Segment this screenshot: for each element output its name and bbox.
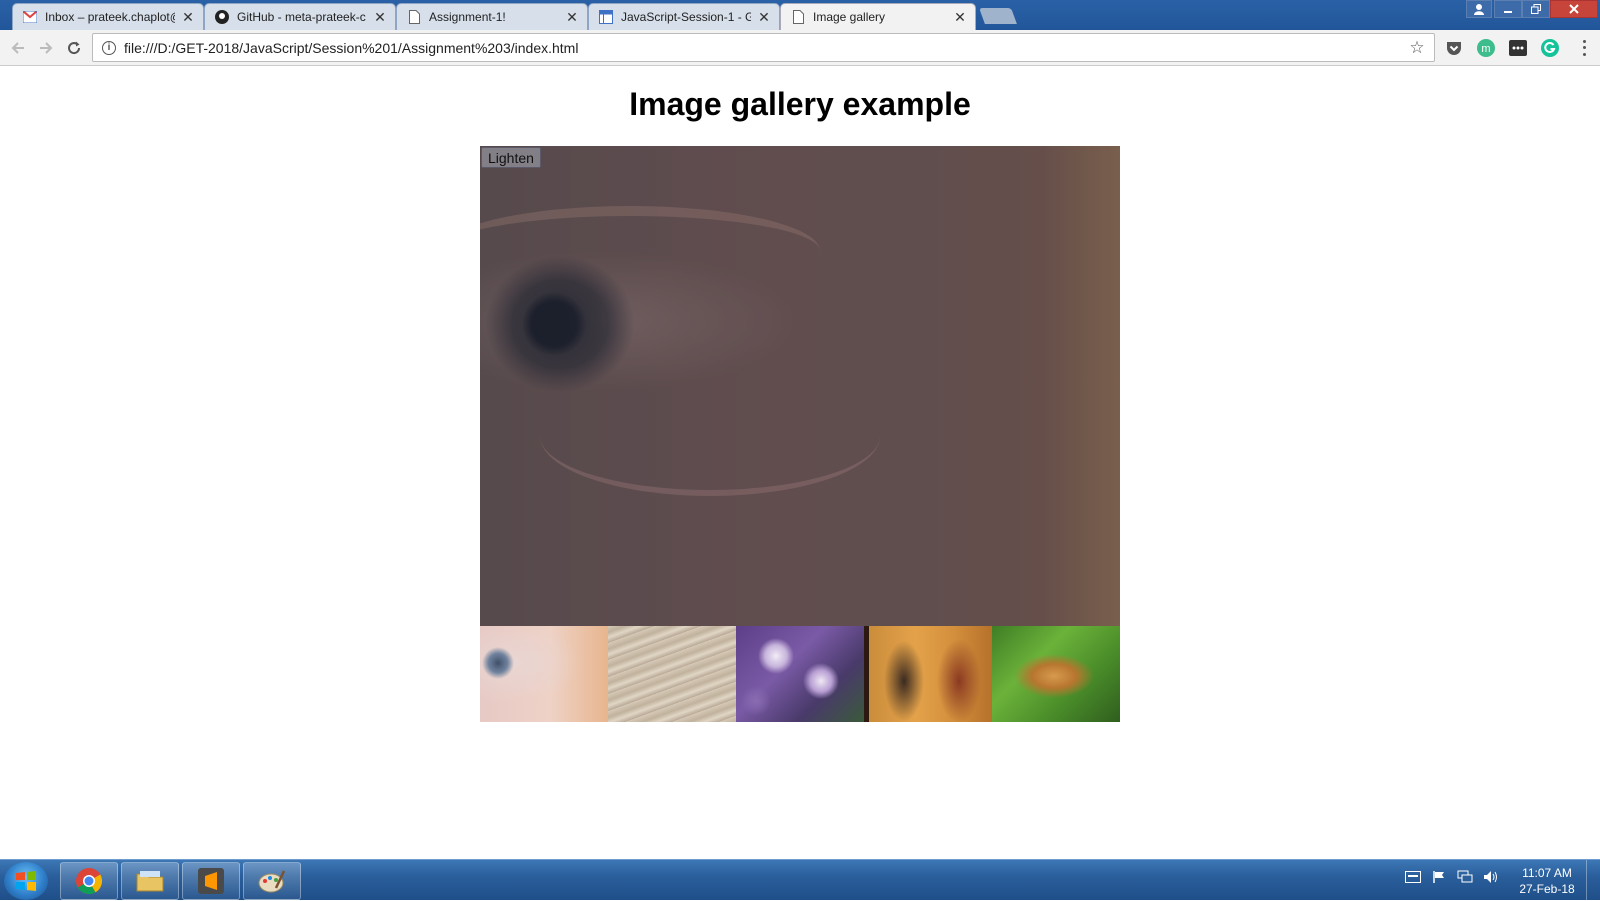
clock[interactable]: 11:07 AM 27-Feb-18 xyxy=(1512,865,1582,897)
close-icon[interactable]: ✕ xyxy=(757,9,771,26)
page-icon xyxy=(791,10,805,24)
show-desktop-button[interactable] xyxy=(1586,860,1600,901)
ellipsis-extension-icon[interactable] xyxy=(1508,38,1528,58)
clock-date: 27-Feb-18 xyxy=(1519,882,1575,896)
clock-time: 11:07 AM xyxy=(1522,866,1572,880)
chrome-menu-icon[interactable] xyxy=(1578,38,1590,58)
chrome-icon[interactable] xyxy=(60,862,118,900)
tab-assignment[interactable]: Assignment-1! ✕ xyxy=(396,3,588,30)
system-tray xyxy=(1404,868,1500,886)
page-icon xyxy=(407,10,421,24)
forward-button[interactable] xyxy=(34,36,58,60)
volume-icon[interactable] xyxy=(1482,868,1500,886)
image-gallery: Lighten xyxy=(480,146,1120,722)
browser-toolbar: i file:///D:/GET-2018/JavaScript/Session… xyxy=(0,30,1600,66)
gmail-icon xyxy=(23,10,37,24)
pocket-icon[interactable] xyxy=(1444,38,1464,58)
tab-title: JavaScript-Session-1 - Gl xyxy=(621,10,751,24)
user-profile-icon[interactable] xyxy=(1466,0,1492,18)
tab-title: Assignment-1! xyxy=(429,10,506,24)
darken-overlay xyxy=(480,146,1120,626)
minimize-button[interactable] xyxy=(1494,0,1522,18)
paint-icon[interactable] xyxy=(243,862,301,900)
tab-inbox[interactable]: Inbox – prateek.chaplot@ ✕ xyxy=(12,3,204,30)
tab-title: GitHub - meta-prateek-c xyxy=(237,10,366,24)
thumbnail-egyptian-painting[interactable] xyxy=(864,626,992,722)
reload-button[interactable] xyxy=(62,36,86,60)
grammarly-icon[interactable] xyxy=(1540,38,1560,58)
docs-icon xyxy=(599,10,613,24)
keyboard-icon[interactable] xyxy=(1404,868,1422,886)
tab-image-gallery[interactable]: Image gallery ✕ xyxy=(780,3,976,30)
address-bar[interactable]: i file:///D:/GET-2018/JavaScript/Session… xyxy=(92,33,1435,62)
thumbnail-rock[interactable] xyxy=(608,626,736,722)
github-icon xyxy=(215,10,229,24)
close-icon[interactable]: ✕ xyxy=(565,9,579,26)
close-icon[interactable]: ✕ xyxy=(953,9,967,26)
sublime-text-icon[interactable] xyxy=(182,862,240,900)
tab-title: Image gallery xyxy=(813,10,886,24)
info-icon[interactable]: i xyxy=(102,40,116,55)
page-content: Image gallery example Lighten xyxy=(0,67,1600,859)
m-extension-icon[interactable]: m xyxy=(1476,38,1496,58)
page-title: Image gallery example xyxy=(629,86,971,122)
network-icon[interactable] xyxy=(1456,868,1474,886)
thumbnail-bar xyxy=(480,626,1120,722)
start-button[interactable] xyxy=(4,862,48,900)
back-button[interactable] xyxy=(6,36,30,60)
lighten-button[interactable]: Lighten xyxy=(481,147,541,168)
svg-text:m: m xyxy=(1481,43,1490,55)
displayed-image: Lighten xyxy=(480,146,1120,626)
tab-title: Inbox – prateek.chaplot@ xyxy=(45,10,175,24)
bookmark-star-icon[interactable]: ☆ xyxy=(1406,38,1428,58)
thumbnail-flowers[interactable] xyxy=(736,626,864,722)
close-icon[interactable]: ✕ xyxy=(181,9,195,26)
explorer-icon[interactable] xyxy=(121,862,179,900)
url-text[interactable]: file:///D:/GET-2018/JavaScript/Session%2… xyxy=(124,40,1406,56)
close-icon[interactable]: ✕ xyxy=(373,9,387,26)
windows-taskbar: 11:07 AM 27-Feb-18 xyxy=(0,859,1600,901)
tab-js-session[interactable]: JavaScript-Session-1 - Gl ✕ xyxy=(588,3,780,30)
thumbnail-butterfly[interactable] xyxy=(992,626,1120,722)
new-tab-button[interactable] xyxy=(979,8,1017,24)
tab-strip: Inbox – prateek.chaplot@ ✕ GitHub - meta… xyxy=(0,0,1600,30)
thumbnail-eye[interactable] xyxy=(480,626,608,722)
action-center-flag-icon[interactable] xyxy=(1430,868,1448,886)
tab-github[interactable]: GitHub - meta-prateek-c ✕ xyxy=(204,3,396,30)
close-window-button[interactable] xyxy=(1550,0,1598,18)
restore-button[interactable] xyxy=(1522,0,1550,18)
